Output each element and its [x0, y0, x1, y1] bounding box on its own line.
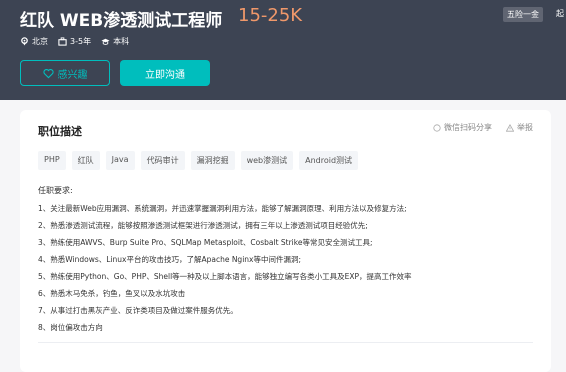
requirement-item: 6、熟悉木马免杀，钓鱼，鱼叉以及水坑攻击 — [38, 289, 186, 298]
interested-button[interactable]: 感兴趣 — [20, 60, 110, 86]
job-title: 红队 WEB渗透测试工程师 — [20, 11, 223, 31]
requirement-item: 5、熟练使用Python、Go、PHP、Shell等一种及以上脚本语言，能够独立… — [38, 272, 412, 281]
skill-tag: web渗测试 — [240, 151, 294, 170]
skill-tag: Android测试 — [299, 151, 359, 170]
warning-triangle-icon — [506, 123, 514, 132]
skill-tag: Java — [105, 151, 135, 170]
job-header: 红队 WEB渗透测试工程师 15-25K 五险一金 起 北京 3-5年 本科 感… — [0, 0, 566, 100]
requirement-item: 1、关注最新Web应用漏洞、系统漏洞，并迅速掌握漏洞利用方法，能够了解漏洞原理、… — [38, 204, 407, 213]
meta-education: 本科 — [101, 36, 129, 47]
circle-icon — [433, 123, 441, 132]
requirement-item: 8、岗位偏攻击方向 — [38, 323, 103, 332]
chat-now-label: 立即沟通 — [145, 69, 185, 81]
skill-tag: 漏洞挖掘 — [190, 151, 235, 170]
education-text: 本科 — [113, 37, 130, 46]
graduation-cap-icon — [101, 38, 110, 45]
meta-location: 北京 — [20, 36, 48, 47]
requirement-item: 7、从事过打击黑灰产业、反诈类项目及做过案件服务优先。 — [38, 306, 238, 315]
skill-tag: 红队 — [71, 151, 100, 170]
skill-tags: PHP 红队 Java 代码审计 漏洞挖掘 web渗测试 Android测试 — [38, 151, 359, 170]
job-meta: 北京 3-5年 本科 — [20, 36, 129, 47]
card-title: 职位描述 — [38, 125, 82, 138]
job-description-card: 职位描述 微信扫码分享 举报 PHP 红队 Java 代码审计 漏洞挖掘 web… — [20, 110, 551, 372]
meta-experience: 3-5年 — [58, 36, 91, 47]
experience-text: 3-5年 — [70, 37, 92, 46]
heart-icon — [42, 68, 54, 78]
job-requirements: 任职要求: 1、关注最新Web应用漏洞、系统漏洞，并迅速掌握漏洞利用方法，能够了… — [38, 182, 538, 336]
skill-tag: PHP — [38, 151, 66, 170]
skill-tag: 代码审计 — [140, 151, 185, 170]
requirement-item: 3、熟练使用AWVS、Burp Suite Pro、SQLMap Metaspl… — [38, 238, 373, 247]
benefit-tag-overflow: 起 — [556, 9, 564, 18]
briefcase-icon — [58, 37, 67, 46]
card-actions: 微信扫码分享 举报 — [433, 122, 533, 133]
chat-now-button[interactable]: 立即沟通 — [120, 60, 210, 86]
requirements-heading: 任职要求: — [38, 186, 73, 195]
requirement-item: 4、熟悉Windows、Linux平台的攻击技巧，了解Apache Nginx等… — [38, 255, 301, 264]
requirement-item: 2、熟悉渗透测试流程，能够按照渗透测试框架进行渗透测试，拥有三年以上渗透测试项目… — [38, 221, 368, 230]
location-pin-icon — [21, 37, 28, 46]
report-link[interactable]: 举报 — [506, 122, 533, 133]
interested-label: 感兴趣 — [57, 69, 88, 81]
wechat-share-label: 微信扫码分享 — [444, 123, 492, 132]
location-text: 北京 — [32, 37, 48, 46]
card-divider — [38, 342, 533, 343]
benefit-tag: 五险一金 — [503, 7, 543, 22]
salary: 15-25K — [238, 5, 303, 26]
wechat-share-link[interactable]: 微信扫码分享 — [433, 122, 492, 133]
report-label: 举报 — [517, 123, 533, 132]
